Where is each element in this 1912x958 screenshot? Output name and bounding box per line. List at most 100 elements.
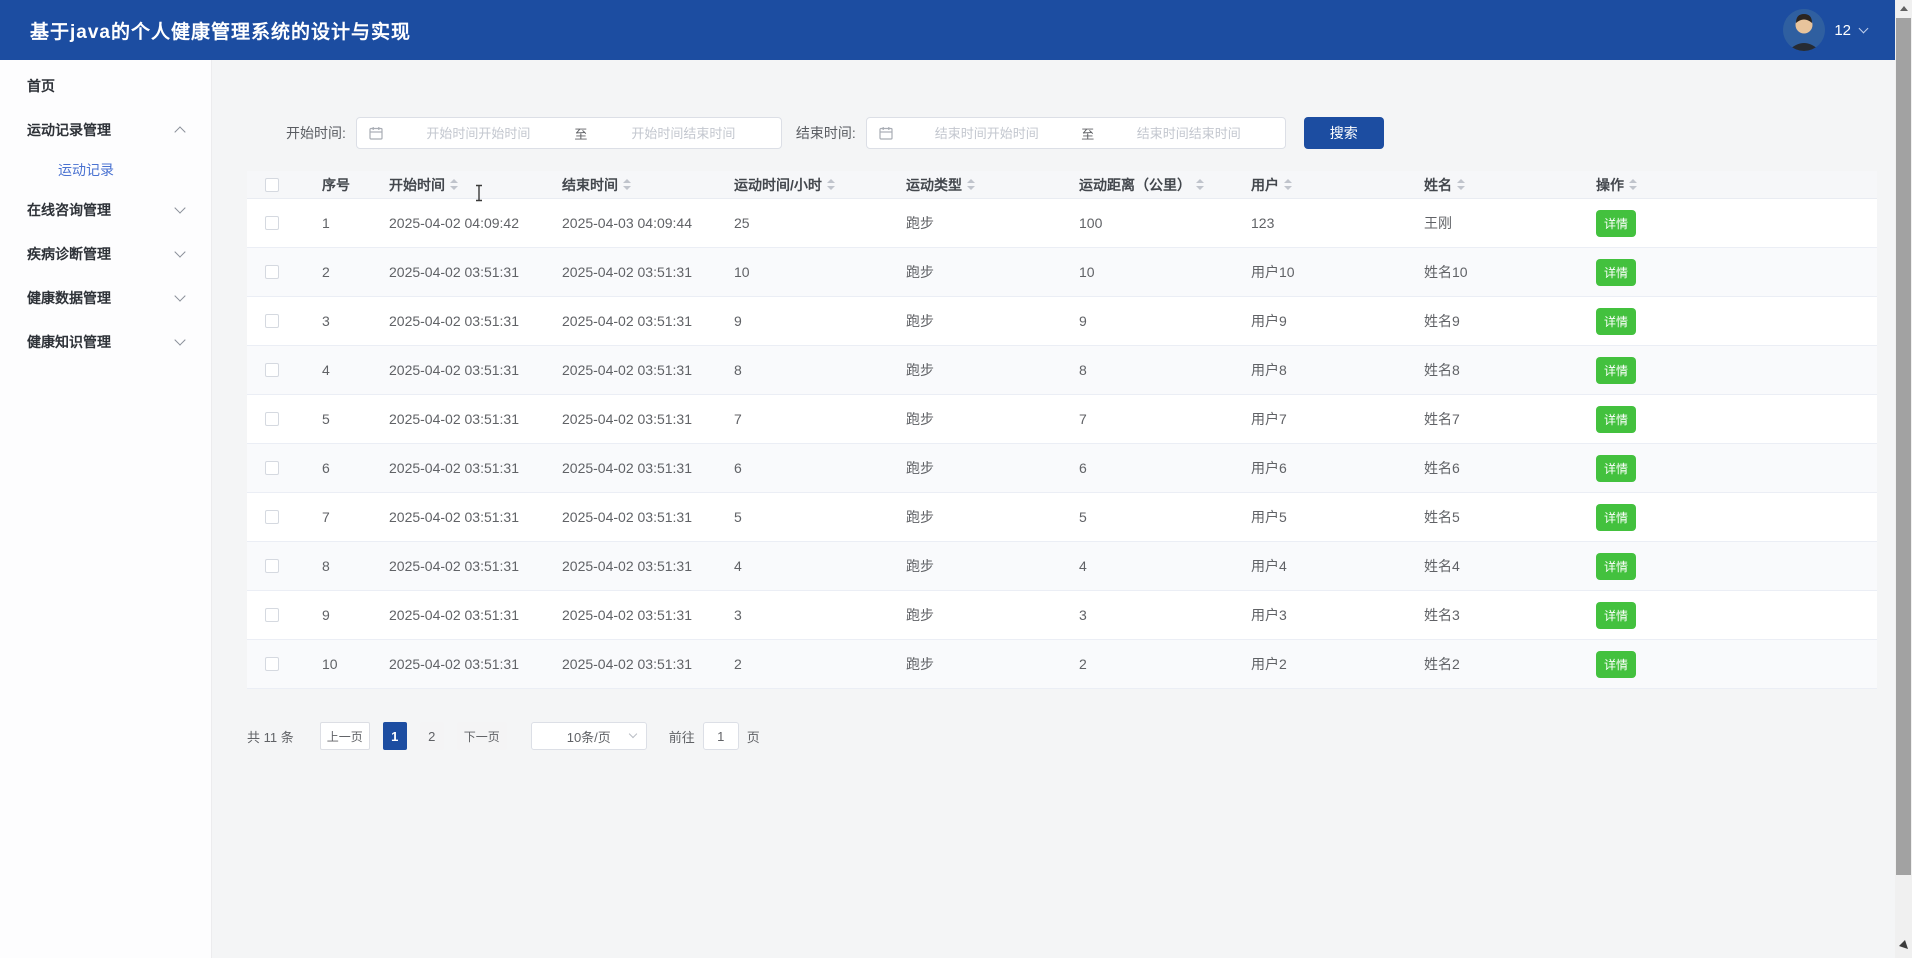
start-time-to-input[interactable] xyxy=(594,126,773,141)
detail-button[interactable]: 详情 xyxy=(1596,210,1636,237)
end-time-to-input[interactable] xyxy=(1101,126,1277,141)
pagination: 共 11 条 上一页 12 下一页 10条/页 前往 页 xyxy=(247,722,760,750)
scrollbar-thumb[interactable] xyxy=(1896,18,1911,875)
column-header[interactable]: 运动类型 xyxy=(896,171,1069,198)
table-cell: 姓名9 xyxy=(1414,297,1586,345)
prev-page-button[interactable]: 上一页 xyxy=(320,722,370,750)
sidebar-menu: 首页运动记录管理运动记录在线咨询管理疾病诊断管理健康数据管理健康知识管理 xyxy=(0,60,212,958)
page-size-select[interactable]: 10条/页 xyxy=(531,722,647,750)
sidebar-item[interactable]: 首页 xyxy=(0,64,211,108)
start-time-from-input[interactable] xyxy=(389,126,568,141)
records-table: 序号开始时间结束时间运动时间/小时运动类型运动距离（公里）用户姓名操作 1202… xyxy=(247,171,1877,689)
table-cell: 6 xyxy=(724,444,896,492)
sort-carets-icon[interactable] xyxy=(1457,179,1465,190)
action-cell: 详情 xyxy=(1586,248,1877,296)
row-checkbox[interactable] xyxy=(265,461,279,475)
row-checkbox[interactable] xyxy=(265,363,279,377)
sidebar-item[interactable]: 在线咨询管理 xyxy=(0,188,211,232)
sort-asc-icon xyxy=(450,179,458,183)
sort-carets-icon[interactable] xyxy=(967,179,975,190)
app-root: 基于java的个人健康管理系统的设计与实现 12 首页运动记录管理运动记录在线咨… xyxy=(0,0,1912,958)
action-cell: 详情 xyxy=(1586,640,1877,688)
column-header[interactable]: 运动时间/小时 xyxy=(724,171,896,198)
page-button-1[interactable]: 1 xyxy=(383,722,407,750)
column-header[interactable]: 运动距离（公里） xyxy=(1069,171,1241,198)
sidebar-item[interactable]: 运动记录管理 xyxy=(0,108,211,152)
username: 12 xyxy=(1834,22,1851,39)
detail-button[interactable]: 详情 xyxy=(1596,602,1636,629)
sort-carets-icon[interactable] xyxy=(450,179,458,190)
detail-button[interactable]: 详情 xyxy=(1596,504,1636,531)
scrollbar-up-arrow-icon[interactable] xyxy=(1895,0,1912,17)
next-page-button[interactable]: 下一页 xyxy=(457,722,507,750)
action-cell: 详情 xyxy=(1586,346,1877,394)
row-checkbox[interactable] xyxy=(265,510,279,524)
action-cell: 详情 xyxy=(1586,444,1877,492)
table-cell: 123 xyxy=(1241,199,1414,247)
sort-carets-icon[interactable] xyxy=(1284,179,1292,190)
detail-button[interactable]: 详情 xyxy=(1596,455,1636,482)
end-time-range-picker[interactable]: 至 xyxy=(866,117,1286,149)
row-checkbox-cell xyxy=(247,542,312,590)
table-cell: 10 xyxy=(312,640,379,688)
table-cell: 6 xyxy=(312,444,379,492)
sidebar-item[interactable]: 健康知识管理 xyxy=(0,320,211,364)
table-cell: 25 xyxy=(724,199,896,247)
sort-desc-icon xyxy=(967,186,975,190)
table-cell: 用户6 xyxy=(1241,444,1414,492)
table-row: 82025-04-02 03:51:312025-04-02 03:51:314… xyxy=(247,542,1877,591)
row-checkbox[interactable] xyxy=(265,216,279,230)
filter-bar: 开始时间: 至 结束时间: 至 搜索 xyxy=(286,117,1384,149)
row-checkbox[interactable] xyxy=(265,314,279,328)
start-time-range-picker[interactable]: 至 xyxy=(356,117,782,149)
column-header[interactable]: 操作 xyxy=(1586,171,1877,198)
detail-button[interactable]: 详情 xyxy=(1596,553,1636,580)
sort-carets-icon[interactable] xyxy=(1629,179,1637,190)
table-cell: 用户3 xyxy=(1241,591,1414,639)
page-button-2[interactable]: 2 xyxy=(420,722,444,750)
table-header-row: 序号 开始时间结束时间运动时间/小时运动类型运动距离（公里）用户姓名操作 xyxy=(247,171,1877,199)
column-header[interactable]: 结束时间 xyxy=(552,171,724,198)
table-cell: 跑步 xyxy=(896,199,1069,247)
select-all-checkbox[interactable] xyxy=(265,178,279,192)
row-checkbox[interactable] xyxy=(265,559,279,573)
table-cell: 跑步 xyxy=(896,297,1069,345)
detail-button[interactable]: 详情 xyxy=(1596,651,1636,678)
goto-page-input[interactable] xyxy=(703,722,739,750)
row-checkbox[interactable] xyxy=(265,657,279,671)
column-header-label: 序号 xyxy=(322,175,350,195)
table-cell: 跑步 xyxy=(896,591,1069,639)
table-cell: 8 xyxy=(312,542,379,590)
sort-carets-icon[interactable] xyxy=(827,179,835,190)
table-cell: 用户5 xyxy=(1241,493,1414,541)
action-cell: 详情 xyxy=(1586,493,1877,541)
column-header[interactable]: 姓名 xyxy=(1414,171,1586,198)
avatar[interactable] xyxy=(1783,9,1825,51)
search-button[interactable]: 搜索 xyxy=(1304,117,1384,149)
scrollbar-track[interactable] xyxy=(1895,0,1912,958)
sort-carets-icon[interactable] xyxy=(1196,179,1204,190)
row-checkbox[interactable] xyxy=(265,608,279,622)
end-time-from-input[interactable] xyxy=(899,126,1075,141)
table-cell: 2025-04-02 03:51:31 xyxy=(379,444,552,492)
table-cell: 跑步 xyxy=(896,640,1069,688)
sidebar-item[interactable]: 疾病诊断管理 xyxy=(0,232,211,276)
detail-button[interactable]: 详情 xyxy=(1596,259,1636,286)
sort-desc-icon xyxy=(827,186,835,190)
detail-button[interactable]: 详情 xyxy=(1596,406,1636,433)
table-cell: 用户2 xyxy=(1241,640,1414,688)
sidebar-subitem[interactable]: 运动记录 xyxy=(0,152,211,188)
column-header[interactable]: 用户 xyxy=(1241,171,1414,198)
table-cell: 5 xyxy=(312,395,379,443)
table-cell: 跑步 xyxy=(896,346,1069,394)
user-menu[interactable]: 12 xyxy=(1783,0,1867,60)
row-checkbox[interactable] xyxy=(265,265,279,279)
column-header[interactable]: 开始时间 xyxy=(379,171,552,198)
column-header[interactable]: 序号 xyxy=(312,171,379,198)
goto-label: 前往 xyxy=(669,727,695,746)
sidebar-item[interactable]: 健康数据管理 xyxy=(0,276,211,320)
row-checkbox[interactable] xyxy=(265,412,279,426)
detail-button[interactable]: 详情 xyxy=(1596,357,1636,384)
detail-button[interactable]: 详情 xyxy=(1596,308,1636,335)
sort-carets-icon[interactable] xyxy=(623,179,631,190)
